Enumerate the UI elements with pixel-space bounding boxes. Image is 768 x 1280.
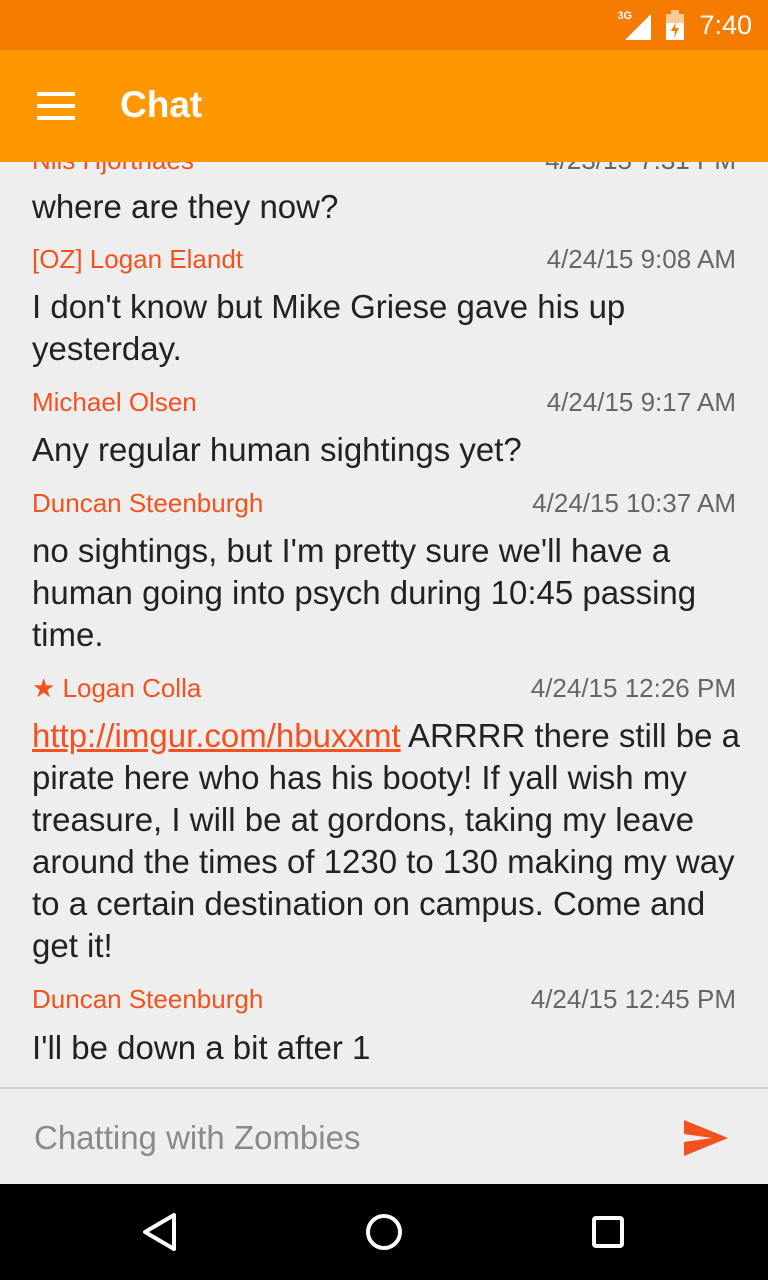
app-bar: Chat: [0, 50, 768, 162]
message-text: ARRRR there still be a pirate here who h…: [32, 717, 740, 964]
status-icons: 3G 7:40: [617, 0, 752, 50]
send-icon[interactable]: [678, 1113, 734, 1163]
clock: 7:40: [699, 9, 752, 40]
message-body: no sightings, but I'm pretty sure we'll …: [32, 532, 697, 653]
message-body: http://imgur.com/hbuxxmt ARRRR there sti…: [32, 715, 744, 967]
message-body: Any regular human sightings yet?: [32, 431, 522, 468]
message-sender[interactable]: Nils Hjorthaes: [32, 162, 194, 176]
message-time: 4/24/15 12:26 PM: [530, 673, 736, 703]
message-time: 4/24/15 10:37 AM: [532, 488, 736, 518]
message-input[interactable]: [32, 1109, 656, 1167]
message-time: 4/24/15 12:45 PM: [530, 984, 736, 1014]
message-sender[interactable]: Duncan Steenburgh: [32, 983, 263, 1015]
message-header: Duncan Steenburgh 4/24/15 10:37 AM: [32, 487, 736, 519]
message-header: ★ Logan Colla 4/24/15 12:26 PM: [32, 672, 736, 704]
message-body: I'll be down a bit after 1: [32, 1029, 371, 1066]
status-bar: 3G 7:40: [0, 0, 768, 50]
message-sender[interactable]: [OZ] Logan Elandt: [32, 243, 243, 275]
message-header: Duncan Steenburgh 4/24/15 12:45 PM: [32, 983, 736, 1015]
chat-message-list[interactable]: Nils Hjorthaes 4/23/15 7:31 PM where are…: [0, 162, 768, 1087]
message-sender[interactable]: Duncan Steenburgh: [32, 487, 263, 519]
message-body: where are they now?: [32, 188, 339, 225]
message-time: 4/24/15 9:08 AM: [546, 244, 736, 274]
cell-signal-icon: 3G: [617, 10, 652, 40]
system-nav-bar: [0, 1184, 768, 1280]
message-time: 4/23/15 7:31 PM: [545, 162, 736, 176]
message-body: I don't know but Mike Griese gave his up…: [32, 288, 626, 367]
page-title: Chat: [120, 84, 203, 125]
star-icon: ★: [32, 673, 56, 703]
message-header-partial: Nils Hjorthaes 4/23/15 7:31 PM: [32, 162, 736, 176]
message-sender[interactable]: Michael Olsen: [32, 386, 197, 418]
network-type-label: 3G: [617, 10, 633, 22]
message-link[interactable]: http://imgur.com/hbuxxmt: [32, 717, 401, 754]
back-triangle-icon[interactable]: [132, 1204, 188, 1260]
home-circle-icon[interactable]: [356, 1204, 412, 1260]
message-sender-starred[interactable]: ★ Logan Colla: [32, 672, 201, 704]
hamburger-menu-icon[interactable]: [28, 78, 84, 134]
message-header: Michael Olsen 4/24/15 9:17 AM: [32, 386, 736, 418]
battery-icon: [665, 10, 685, 40]
message-header: [OZ] Logan Elandt 4/24/15 9:08 AM: [32, 243, 736, 275]
message-sender-name: Logan Colla: [62, 673, 202, 703]
recents-square-icon[interactable]: [580, 1204, 636, 1260]
message-time: 4/24/15 9:17 AM: [546, 387, 736, 417]
message-composer: [0, 1089, 768, 1184]
